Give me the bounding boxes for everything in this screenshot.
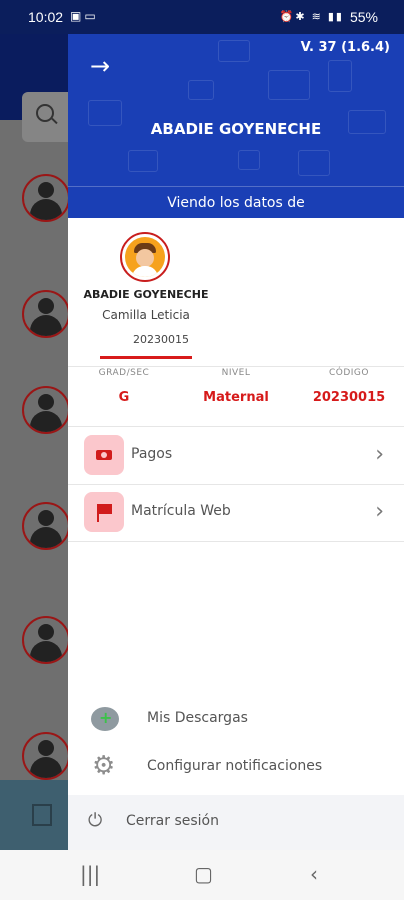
- student-given-names: Camilla Leticia: [102, 308, 190, 322]
- money-icon: [84, 435, 124, 475]
- student-name: ABADIE GOYENECHE: [83, 288, 209, 301]
- menu-item-pagos[interactable]: Pagos ›: [68, 430, 404, 484]
- menu-item-label: Mis Descargas: [147, 710, 248, 726]
- divider: [68, 484, 404, 485]
- avatar[interactable]: [22, 616, 70, 664]
- avatar: [120, 232, 170, 282]
- avatar[interactable]: [22, 386, 70, 434]
- status-time: 10:02: [28, 9, 64, 25]
- user-name: ABADIE GOYENECHE: [150, 120, 322, 138]
- avatar[interactable]: [22, 732, 70, 780]
- back-arrow-icon[interactable]: →: [90, 52, 110, 80]
- info-code: CÓDIGO 20230015: [308, 368, 390, 405]
- back-icon[interactable]: ‹: [310, 862, 318, 886]
- logout-button[interactable]: ⏻ Cerrar sesión: [68, 795, 404, 850]
- recent-apps-icon[interactable]: |||: [80, 862, 100, 886]
- menu-item-notificaciones[interactable]: ⚙ Configurar notificaciones: [68, 748, 404, 788]
- status-bar: 10:02 ▣▭ ⏰✱ ≋ ▮▮ 55%: [0, 0, 404, 34]
- cloud-download-icon: [91, 707, 119, 731]
- student-code: 20230015: [133, 333, 189, 346]
- divider: [68, 366, 404, 367]
- notification-icons: ▣▭: [70, 9, 99, 23]
- info-label: GRAD/SEC: [98, 368, 150, 378]
- student-info-row: GRAD/SEC G NIVEL Maternal CÓDIGO 2023001…: [68, 368, 404, 424]
- menu-item-mis-descargas[interactable]: Mis Descargas: [68, 700, 404, 740]
- chevron-right-icon: ›: [375, 442, 384, 467]
- student-card[interactable]: ABADIE GOYENECHE Camilla Leticia 2023001…: [68, 218, 224, 366]
- info-value: Maternal: [203, 390, 269, 405]
- info-value: 20230015: [312, 390, 386, 405]
- chevron-right-icon: ›: [375, 499, 384, 524]
- info-grade: GRAD/SEC G: [86, 368, 162, 405]
- info-label: CÓDIGO: [328, 368, 369, 378]
- system-navigation-bar: ||| ▢ ‹: [0, 850, 404, 900]
- menu-item-label: Configurar notificaciones: [147, 758, 323, 774]
- document-icon[interactable]: [32, 804, 52, 826]
- system-icons: ⏰✱ ≋ ▮▮: [279, 11, 344, 23]
- info-level: NIVEL Maternal: [196, 368, 276, 405]
- avatar[interactable]: [22, 502, 70, 550]
- divider: [68, 426, 404, 427]
- power-icon: ⏻: [88, 810, 103, 831]
- gear-icon: ⚙: [92, 751, 116, 781]
- flag-icon: [84, 492, 124, 532]
- info-label: NIVEL: [221, 368, 251, 378]
- logout-label: Cerrar sesión: [126, 813, 219, 829]
- battery-level: 55%: [349, 9, 378, 25]
- navigation-drawer: → V. 37 (1.6.4) ABADIE GOYENECHE Viendo …: [68, 0, 404, 850]
- avatar[interactable]: [22, 290, 70, 338]
- app-version: V. 37 (1.6.4): [300, 40, 390, 55]
- menu-item-matricula-web[interactable]: Matrícula Web ›: [68, 487, 404, 541]
- viewing-label: Viendo los datos de: [68, 186, 404, 218]
- menu-item-label: Pagos: [131, 446, 173, 462]
- divider: [68, 541, 404, 542]
- selected-indicator: [100, 356, 192, 359]
- info-value: G: [118, 390, 130, 405]
- home-icon[interactable]: ▢: [194, 862, 213, 886]
- menu-item-label: Matrícula Web: [131, 503, 231, 519]
- avatar[interactable]: [22, 174, 70, 222]
